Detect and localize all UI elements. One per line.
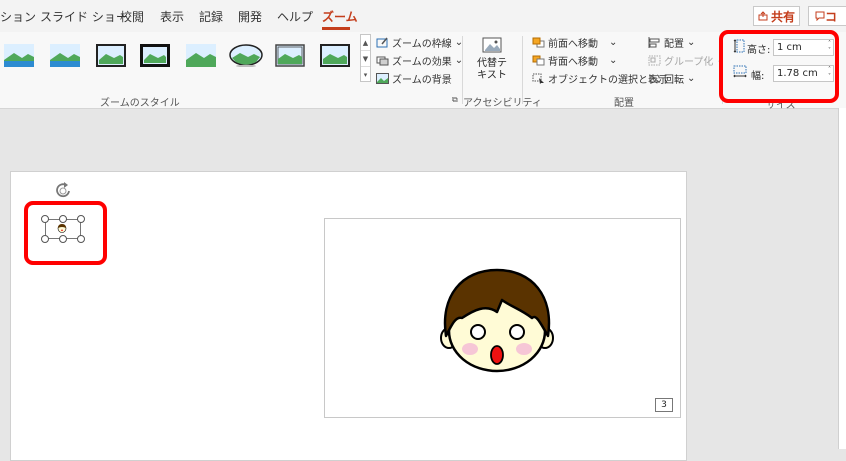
zoom-style-thumb-8[interactable] [320,44,350,67]
align-label: 配置 [664,39,684,50]
slide-number-badge: 3 [655,398,673,412]
zoom-border-button[interactable]: ズームの枠線 ⌄ [376,35,463,50]
chevron-down-icon: ⌄ [687,37,696,48]
group-icon [648,55,661,66]
active-tab-indicator [322,27,350,30]
gallery-scroll[interactable]: ▲ ▼ ▾ [360,34,371,82]
alt-text-label-1: 代替テ [477,58,507,69]
align-button[interactable]: 配置 ⌄ [648,35,695,50]
zoom-style-thumb-1[interactable] [4,44,34,67]
zoom-style-thumb-5[interactable] [186,44,216,67]
accessibility-group-label: アクセシビリティ [463,98,542,109]
send-backward-button[interactable]: 背面へ移動 ⌄ [532,53,617,68]
tab-review[interactable]: 校閲 [120,8,144,25]
zoom-style-thumb-3[interactable] [96,44,126,67]
tab-developer[interactable]: 開発 [238,8,262,25]
boy-face-illustration [440,268,554,373]
tab-help[interactable]: ヘルプ [277,8,313,25]
gallery-more-icon[interactable]: ▾ [361,67,370,83]
effects-icon [376,56,389,66]
background-picture-icon [376,73,389,84]
share-button[interactable]: 共有 [753,6,800,26]
side-pane-edge [838,108,846,449]
comment-label: コ [825,9,838,24]
zoom-style-thumb-2[interactable] [50,44,80,67]
tab-record[interactable]: 記録 [199,8,223,25]
size-highlight-annotation [719,30,839,103]
chevron-down-icon: ⌄ [609,55,618,66]
zoom-style-thumb-7[interactable] [275,44,305,67]
share-label: 共有 [770,9,795,24]
share-icon [758,11,768,21]
send-backward-icon [532,55,545,66]
ribbon-tab-bar: ション スライド ショー 校閲 表示 記録 開発 ヘルプ ズーム 共有 コ [0,0,846,32]
gallery-up-icon[interactable]: ▲ [361,35,370,51]
tab-view[interactable]: 表示 [160,8,184,25]
zoom-background-button[interactable]: ズームの背景 [376,71,452,86]
bring-forward-button[interactable]: 前面へ移動 ⌄ [532,35,617,50]
zoom-style-thumb-6[interactable] [229,44,263,67]
group-label: グループ化 [664,57,714,68]
comment-icon [815,11,825,21]
align-icon [648,37,660,48]
tab-slideshow[interactable]: スライド ショー [40,8,128,25]
rotate-icon [649,73,661,83]
zoom-background-label: ズームの背景 [392,75,452,86]
zoom-effects-button[interactable]: ズームの効果 ⌄ [376,53,463,68]
zoom-effects-label: ズームの効果 [392,57,452,68]
group-separator [522,36,523,104]
chevron-down-icon: ⌄ [687,73,696,84]
dialog-launcher-icon[interactable]: ⧉ [452,95,458,105]
selection-highlight-annotation [24,201,107,265]
alt-text-label-2: キスト [477,70,507,81]
gallery-down-icon[interactable]: ▼ [361,51,370,67]
zoom-styles-group-label: ズームのスタイル [100,98,180,109]
group-button[interactable]: グループ化 ⌄ [648,53,725,68]
rotate-handle-icon[interactable] [54,181,74,199]
rotate-label: 回転 [664,75,684,86]
chevron-down-icon: ⌄ [609,37,618,48]
pen-border-icon [376,37,388,48]
selection-pane-icon [532,73,544,84]
send-backward-label: 背面へ移動 [548,57,598,68]
rotate-button[interactable]: 回転 ⌄ [648,71,695,86]
alt-text-button[interactable]: 代替テ キスト [470,35,514,89]
bring-forward-label: 前面へ移動 [548,39,598,50]
alt-text-icon [482,37,502,53]
tab-zoom[interactable]: ズーム [322,8,358,25]
bring-forward-icon [532,37,545,48]
zoom-border-label: ズームの枠線 [392,39,452,50]
zoom-style-thumb-4[interactable] [140,44,170,67]
comment-button[interactable]: コ [808,6,846,26]
arrange-group-label: 配置 [614,98,634,109]
tab-animations[interactable]: ション [0,8,36,25]
